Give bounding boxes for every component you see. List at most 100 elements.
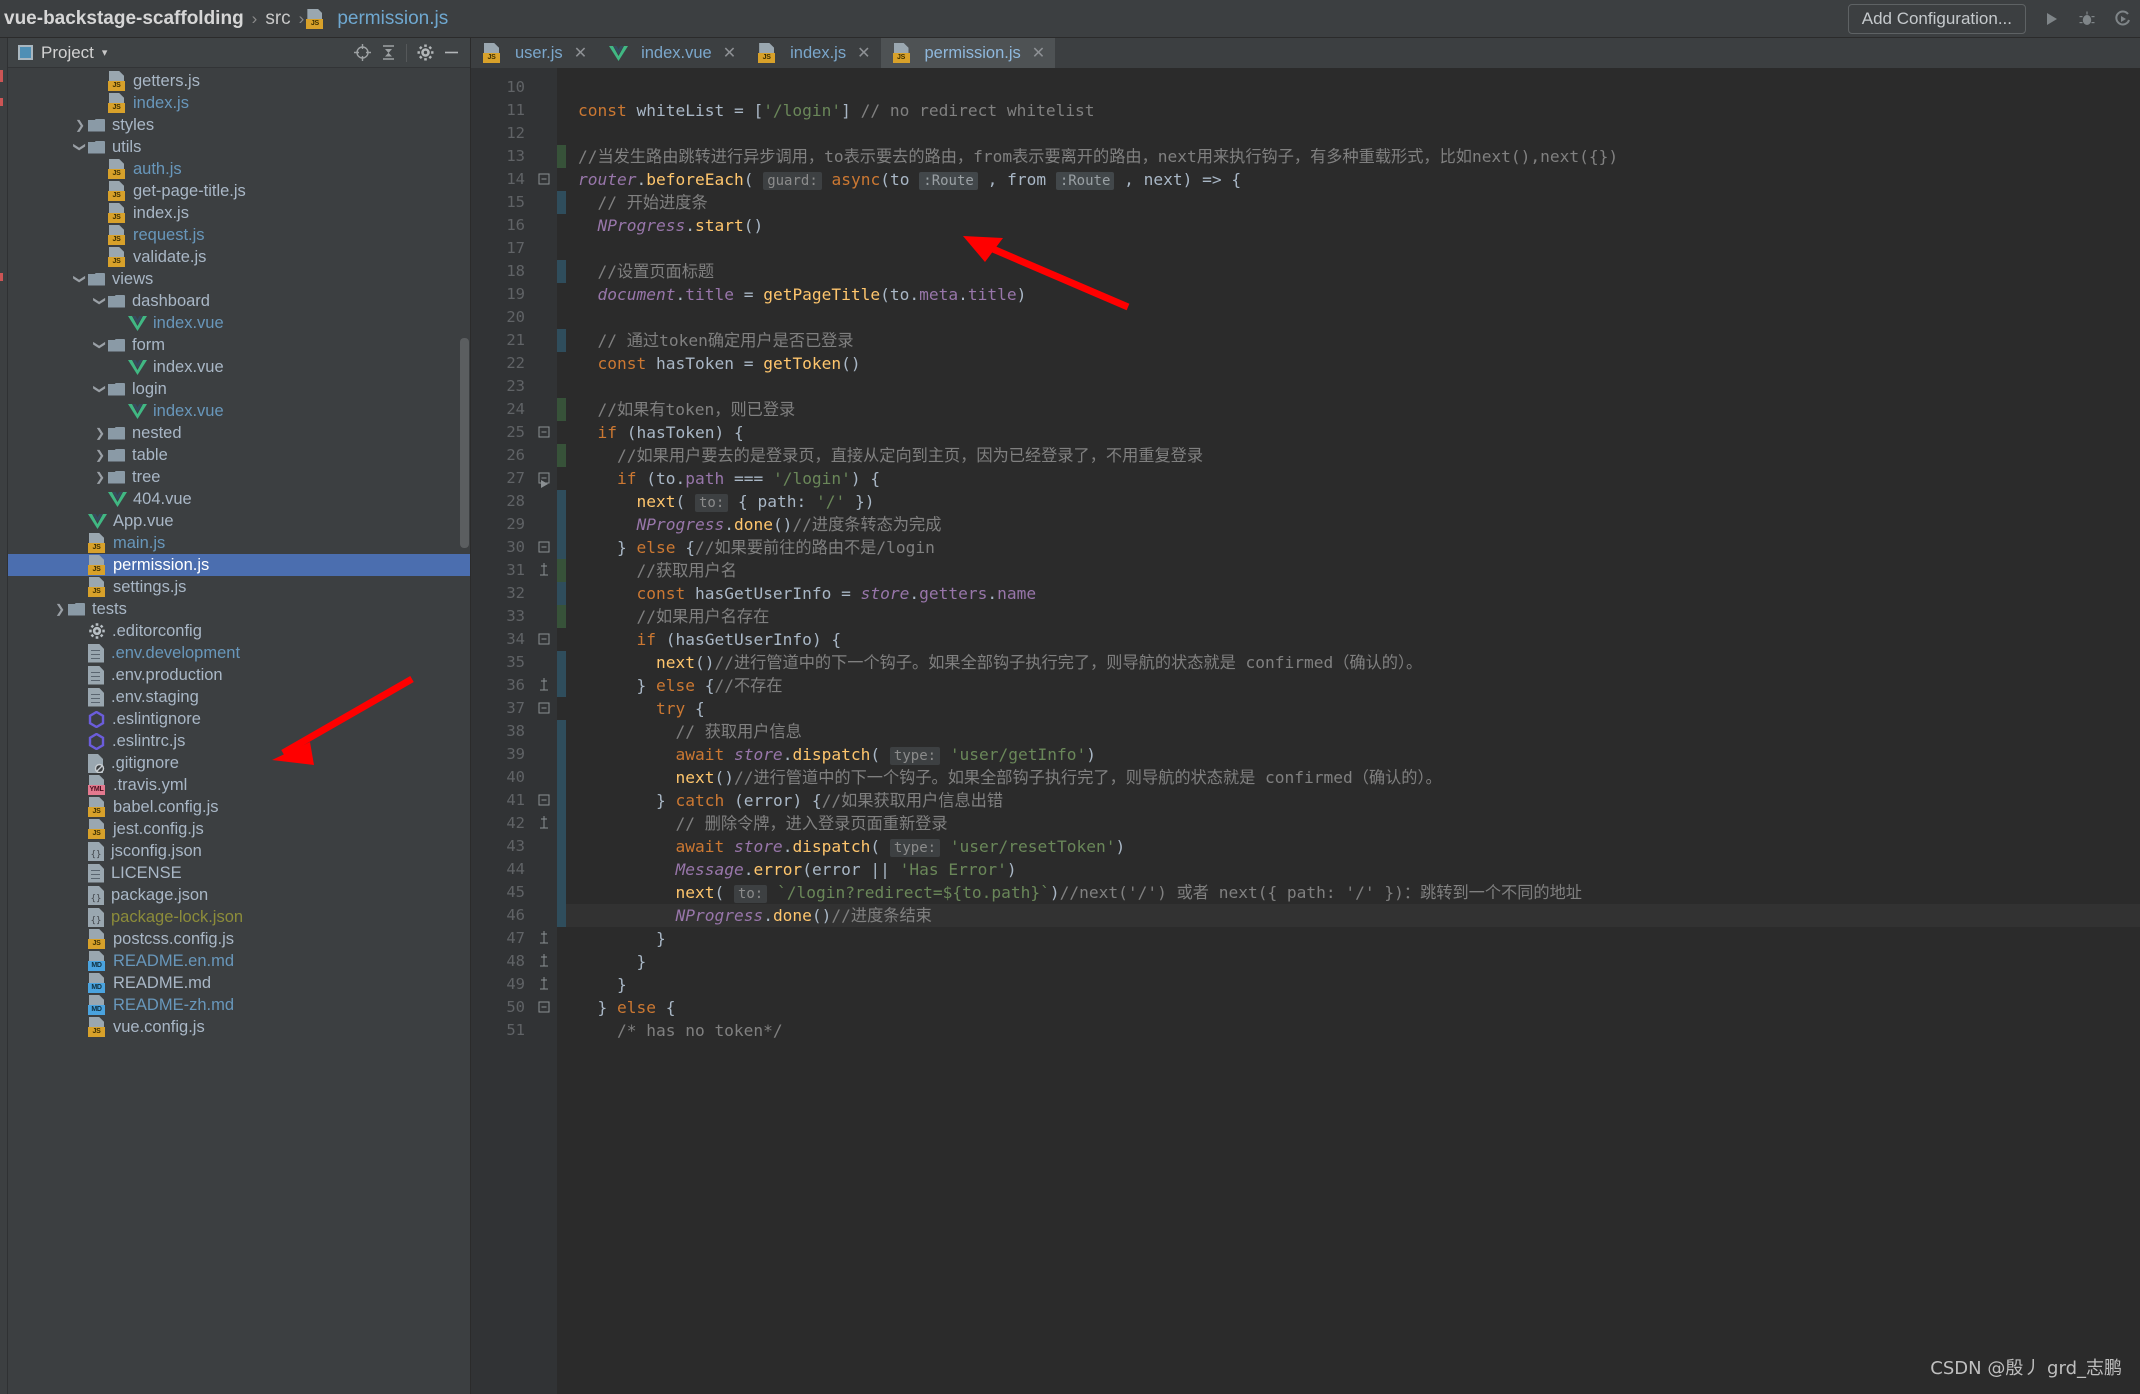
code-line[interactable]: //当发生路由跳转进行异步调用，to表示要去的路由，from表示要离开的路由，n… [578,145,1618,168]
tree-item[interactable]: JS settings.js [8,576,470,598]
code-line[interactable]: next( to: { path: '/' }) [578,490,875,513]
breadcrumb-project[interactable]: vue-backstage-scaffolding [0,8,250,30]
code-line[interactable]: await store.dispatch( type: 'user/resetT… [578,835,1125,858]
fold-collapse-icon[interactable] [538,996,552,1019]
code-line[interactable]: // 删除令牌，进入登录页面重新登录 [578,812,947,835]
chevron-right-icon[interactable]: ❯ [92,447,108,463]
tree-item[interactable]: ❯ tree [8,466,470,488]
code-line[interactable]: //如果用户要去的是登录页，直接从定向到主页，因为已经登录了，不用重复登录 [578,444,1203,467]
code-line[interactable]: if (hasToken) { [578,421,744,444]
code-line[interactable]: if (to.path === '/login') { [578,467,880,490]
editor-tab[interactable]: JS permission.js ✕ [880,38,1056,68]
code-line[interactable]: } else { [578,996,675,1019]
code-line[interactable]: next( to: `/login?redirect=${to.path}`)/… [578,881,1582,904]
code-line[interactable]: //获取用户名 [578,559,736,582]
code-folding-column[interactable] [535,68,557,1394]
tree-item[interactable]: .eslintignore [8,708,470,730]
code-line[interactable]: } [578,927,666,950]
code-line[interactable]: // 通过token确定用户是否已登录 [578,329,854,352]
code-line[interactable]: try { [578,697,705,720]
tree-item[interactable]: 404.vue [8,488,470,510]
editor-tab[interactable]: JS index.js ✕ [746,38,880,68]
code-line[interactable]: } [578,950,646,973]
code-line[interactable]: const hasGetUserInfo = store.getters.nam… [578,582,1036,605]
chevron-down-icon[interactable]: ❯ [92,337,108,353]
tree-item[interactable]: index.vue [8,400,470,422]
editor-tab[interactable]: index.vue ✕ [597,38,746,68]
chevron-right-icon[interactable]: ❯ [92,425,108,441]
tree-item[interactable]: App.vue [8,510,470,532]
tree-item[interactable]: ❯ tests [8,598,470,620]
code-line[interactable]: // 获取用户信息 [578,720,801,743]
code-line[interactable]: //如果有token，则已登录 [578,398,796,421]
tree-item[interactable]: ❯ utils [8,136,470,158]
code-text[interactable]: const whiteList = ['/login'] // no redir… [566,68,2140,1394]
code-line[interactable]: } else {//如果要前往的路由不是/login [578,536,935,559]
tree-item[interactable]: .env.staging [8,686,470,708]
fold-collapse-icon[interactable] [538,421,552,444]
tree-item[interactable]: ❯ form [8,334,470,356]
tree-item[interactable]: .gitignore [8,752,470,774]
code-line[interactable]: NProgress.done()//进度条转态为完成 [578,513,941,536]
code-line[interactable]: //设置页面标题 [578,260,715,283]
gear-icon[interactable] [412,40,438,66]
tree-item[interactable]: JS jest.config.js [8,818,470,840]
fold-end-icon[interactable] [538,812,552,835]
code-line[interactable]: document.title = getPageTitle(to.meta.ti… [578,283,1027,306]
tree-item[interactable]: MD README.md [8,972,470,994]
fold-collapse-icon[interactable] [538,168,552,191]
tree-item[interactable]: .eslintrc.js [8,730,470,752]
fold-collapse-icon[interactable] [538,789,552,812]
tree-item[interactable]: .editorconfig [8,620,470,642]
breadcrumb-folder-src[interactable]: src [259,8,296,30]
code-line[interactable]: const whiteList = ['/login'] // no redir… [578,99,1095,122]
code-line[interactable]: /* has no token*/ [578,1019,783,1042]
editor-tab[interactable]: JS user.js ✕ [471,38,597,68]
fold-collapse-icon[interactable] [538,628,552,651]
code-line[interactable]: NProgress.done()//进度条结束 [566,904,2140,927]
tree-item[interactable]: MD README-zh.md [8,994,470,1016]
tree-item[interactable]: JS request.js [8,224,470,246]
breadcrumb-file[interactable]: permission.js [331,8,454,30]
code-line[interactable]: Message.error(error || 'Has Error') [578,858,1016,881]
debug-icon[interactable] [2076,8,2098,30]
chevron-right-icon[interactable]: ❯ [92,469,108,485]
run-with-coverage-icon[interactable] [2112,8,2134,30]
tree-item[interactable]: {} jsconfig.json [8,840,470,862]
chevron-right-icon[interactable]: ❯ [72,117,88,133]
fold-end-icon[interactable] [538,973,552,996]
close-icon[interactable]: ✕ [574,43,587,63]
project-file-tree[interactable]: JS getters.js JS index.js ❯ styles ❯ utils JS aut… [8,68,470,1394]
code-line[interactable]: next()//进行管道中的下一个钩子。如果全部钩子执行完了，则导航的状态就是 … [578,651,1422,674]
tree-item[interactable]: ❯ styles [8,114,470,136]
tree-item[interactable]: JS get-page-title.js [8,180,470,202]
code-line[interactable]: NProgress.start() [578,214,764,237]
code-line[interactable]: } [578,973,627,996]
tree-item[interactable]: ❯ views [8,268,470,290]
close-icon[interactable]: ✕ [723,43,736,63]
code-line[interactable]: next()//进行管道中的下一个钩子。如果全部钩子执行完了，则导航的状态就是 … [578,766,1441,789]
collapse-all-icon[interactable] [375,40,401,66]
tree-item[interactable]: JS auth.js [8,158,470,180]
add-configuration-button[interactable]: Add Configuration... [1847,4,2026,34]
fold-end-icon[interactable] [538,927,552,950]
tree-item[interactable]: LICENSE [8,862,470,884]
fold-collapse-icon[interactable] [538,697,552,720]
code-line[interactable]: } catch (error) {//如果获取用户信息出错 [578,789,1003,812]
fold-end-icon[interactable] [538,674,552,697]
tree-item[interactable]: ❯ login [8,378,470,400]
tree-item[interactable]: JS vue.config.js [8,1016,470,1038]
code-line[interactable]: } else {//不存在 [578,674,782,697]
code-line[interactable]: const hasToken = getToken() [578,352,861,375]
tree-item[interactable]: .env.production [8,664,470,686]
code-editor[interactable]: 10 11 12 13 14 15 16 17 18 19 20 21 22 23 24 25 26 27 28 29… [471,68,2140,1394]
tree-item[interactable]: JS validate.js [8,246,470,268]
code-line[interactable]: //如果用户名存在 [578,605,769,628]
fold-end-icon[interactable] [538,950,552,973]
run-icon[interactable] [2040,8,2062,30]
tree-item[interactable]: MD README.en.md [8,950,470,972]
tree-item[interactable]: ❯ dashboard [8,290,470,312]
code-line[interactable]: await store.dispatch( type: 'user/getInf… [578,743,1096,766]
hide-panel-icon[interactable] [438,40,464,66]
tree-item[interactable]: .env.development [8,642,470,664]
